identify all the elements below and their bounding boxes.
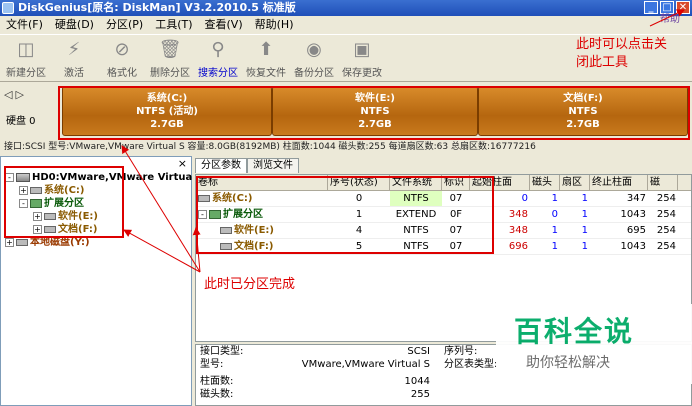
watermark-title: 百科全说 (514, 315, 635, 348)
watermark: 百科全说 助你轻松解决 (496, 304, 692, 384)
watermark-subtitle: 助你轻松解决 (526, 355, 610, 371)
